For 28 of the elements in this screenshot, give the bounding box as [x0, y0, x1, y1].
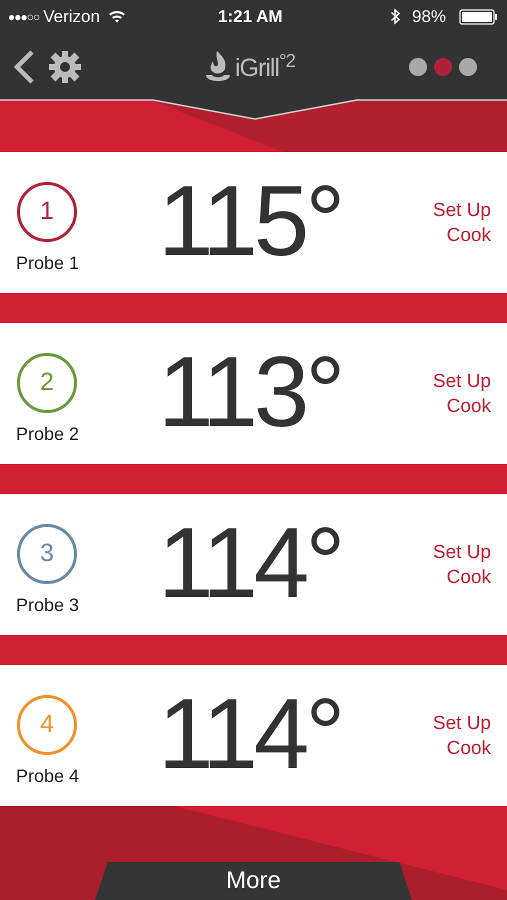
probe-name: Probe 4	[16, 765, 80, 788]
temperature-reading: 114°	[158, 508, 342, 618]
settings-icon[interactable]	[48, 50, 82, 84]
set-up-link[interactable]: Set Up	[432, 711, 491, 736]
cook-link[interactable]: Cook	[446, 736, 491, 761]
cook-link[interactable]: Cook	[446, 223, 491, 248]
battery-percentage: 98%	[412, 6, 446, 28]
more-button[interactable]: More	[95, 862, 412, 900]
flame-icon	[203, 49, 233, 83]
temperature-reading: 113°	[158, 337, 342, 447]
back-icon[interactable]	[13, 50, 35, 84]
battery-icon	[459, 8, 499, 24]
set-up-link[interactable]: Set Up	[432, 369, 491, 394]
clock: 1:21 AM	[218, 6, 283, 28]
probe-name: Probe 3	[16, 594, 80, 617]
cook-link[interactable]: Cook	[446, 565, 491, 590]
wifi-icon	[108, 10, 126, 23]
probe-name: Probe 1	[16, 252, 80, 275]
temperature-reading: 114°	[158, 679, 342, 789]
carrier-name: Verizon	[43, 6, 100, 28]
temperature-reading: 115°	[158, 166, 342, 276]
signal-strength: ●●●○○	[8, 8, 40, 26]
bluetooth-icon	[390, 8, 401, 25]
cook-link[interactable]: Cook	[446, 394, 491, 419]
set-up-link[interactable]: Set Up	[432, 540, 491, 565]
probe-name: Probe 2	[16, 423, 80, 446]
set-up-link[interactable]: Set Up	[432, 198, 491, 223]
app-logo: iGrill$^{°2}$	[235, 53, 295, 83]
